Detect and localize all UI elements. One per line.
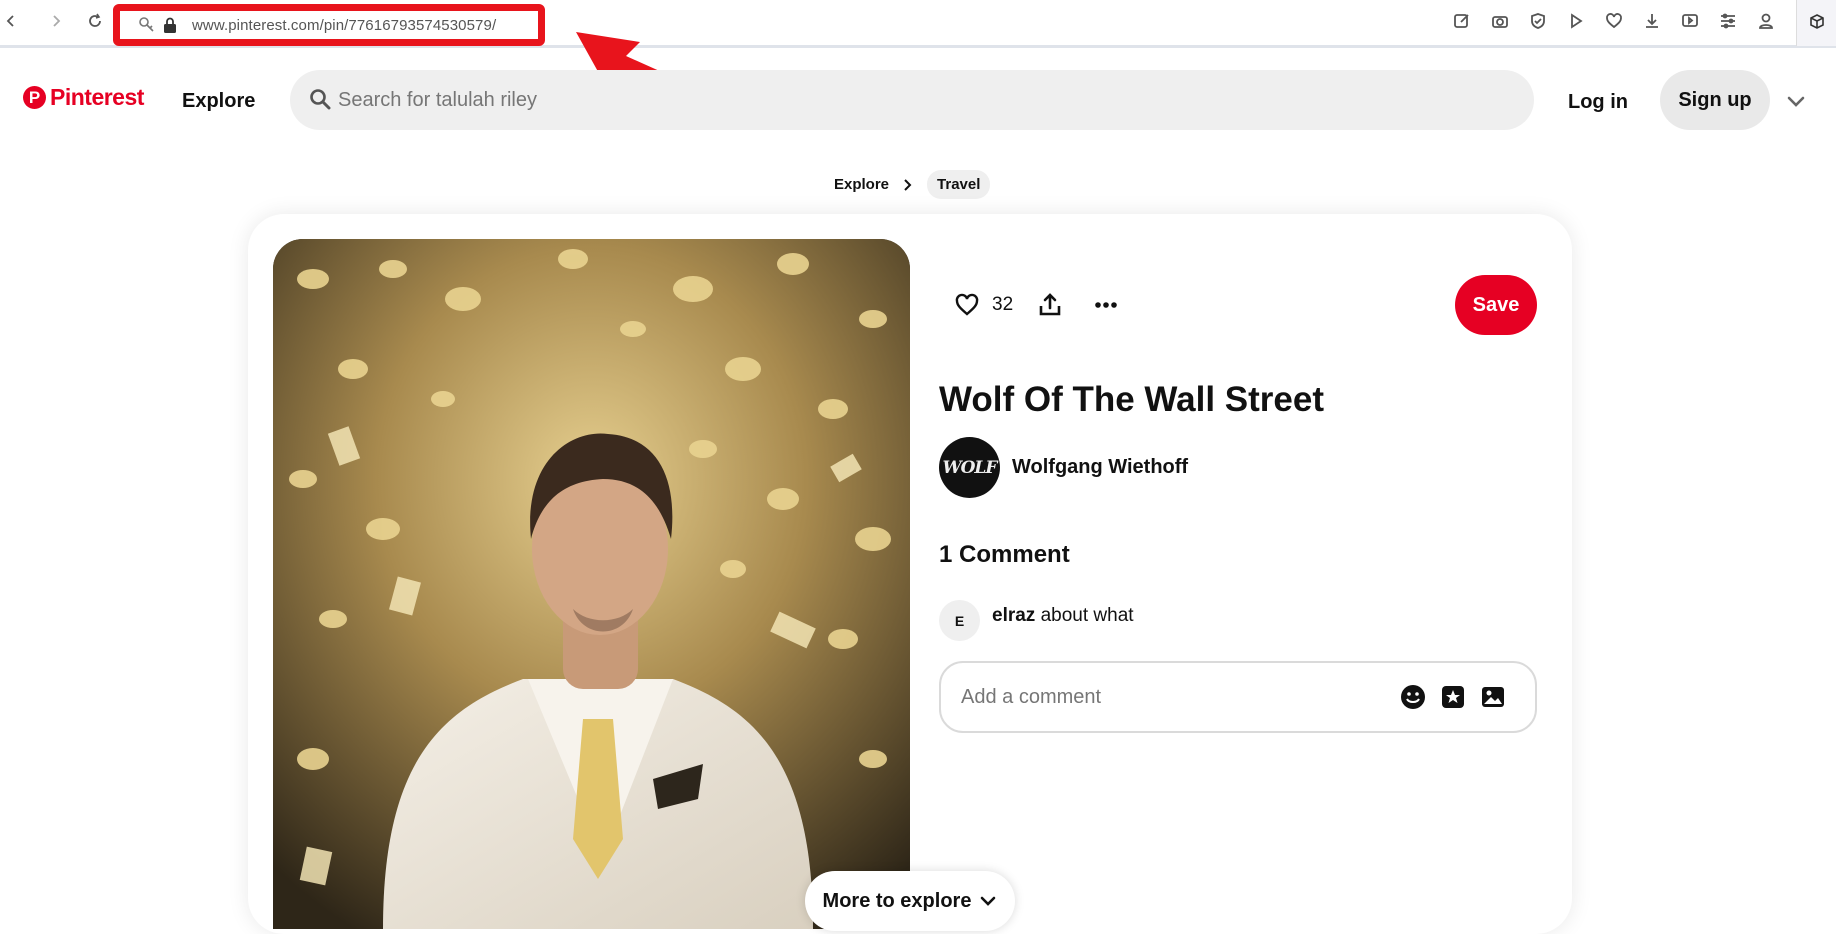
breadcrumb-travel[interactable]: Travel <box>927 170 991 199</box>
breadcrumb: Explore Travel <box>834 170 991 199</box>
comment-avatar[interactable]: E <box>939 600 980 641</box>
creator-avatar[interactable]: WOLF <box>939 437 1000 498</box>
comments-heading[interactable]: 1 Comment <box>939 541 1070 569</box>
login-button[interactable]: Log in <box>1556 79 1640 125</box>
pin-title: Wolf Of The Wall Street <box>939 380 1325 419</box>
image-icon[interactable] <box>1479 683 1507 711</box>
explore-link[interactable]: Explore <box>182 90 255 113</box>
comment-box[interactable] <box>939 661 1537 733</box>
lock-icon[interactable] <box>163 17 177 33</box>
heart-icon[interactable] <box>1602 9 1626 33</box>
pinterest-logo[interactable]: P Pinterest <box>23 84 144 111</box>
chevron-down-icon <box>981 896 996 906</box>
search-icon <box>310 89 331 110</box>
comment-input[interactable] <box>961 663 1381 731</box>
logo-text: Pinterest <box>50 84 144 110</box>
video-icon[interactable] <box>1678 9 1702 33</box>
like-count: 32 <box>992 294 1014 315</box>
heart-icon[interactable] <box>952 290 982 320</box>
sticker-icon[interactable] <box>1439 683 1467 711</box>
more-options-icon[interactable] <box>1091 290 1121 320</box>
browser-toolbar: www.pinterest.com/pin/776167935745305​79… <box>0 0 1836 48</box>
camera-icon[interactable] <box>1488 9 1512 33</box>
pin-image[interactable] <box>273 239 910 929</box>
url-text: www.pinterest.com/pin/776167935745305​79… <box>192 17 497 34</box>
chevron-down-icon[interactable] <box>1784 92 1808 112</box>
reload-icon[interactable] <box>84 10 106 32</box>
profile-icon[interactable] <box>1754 9 1778 33</box>
key-icon[interactable] <box>138 16 156 34</box>
sliders-icon[interactable] <box>1716 9 1740 33</box>
more-to-explore-button[interactable]: More to explore <box>805 871 1015 931</box>
breadcrumb-explore[interactable]: Explore <box>834 176 889 193</box>
download-icon[interactable] <box>1640 9 1664 33</box>
extension-area <box>1796 0 1836 46</box>
pinterest-p-icon: P <box>23 86 46 109</box>
edit-icon[interactable] <box>1450 9 1474 33</box>
extension-icon[interactable] <box>1805 10 1829 34</box>
back-icon[interactable] <box>0 10 22 32</box>
creator[interactable]: WOLF Wolfgang Wiethoff <box>939 437 1188 498</box>
signup-button[interactable]: Sign up <box>1660 70 1770 130</box>
emoji-icon[interactable] <box>1399 683 1427 711</box>
shield-icon[interactable] <box>1526 9 1550 33</box>
search-bar[interactable] <box>290 70 1534 130</box>
share-icon[interactable] <box>1035 290 1065 320</box>
forward-icon[interactable] <box>45 10 67 32</box>
comment-item: E elraz about what <box>939 600 1134 641</box>
more-to-explore-label: More to explore <box>822 889 972 912</box>
comment-text: elraz about what <box>992 600 1134 627</box>
save-button[interactable]: Save <box>1455 275 1537 335</box>
browser-toolbar-icons <box>1450 8 1814 34</box>
creator-name[interactable]: Wolfgang Wiethoff <box>1012 456 1188 479</box>
comment-user[interactable]: elraz <box>992 605 1035 626</box>
address-bar[interactable]: www.pinterest.com/pin/776167935745305​79… <box>113 4 545 46</box>
play-icon[interactable] <box>1564 9 1588 33</box>
search-input[interactable] <box>338 70 1488 130</box>
pin-actions: 32 <box>952 290 1121 320</box>
comment-body: about what <box>1040 605 1134 626</box>
chevron-right-icon <box>904 178 912 191</box>
